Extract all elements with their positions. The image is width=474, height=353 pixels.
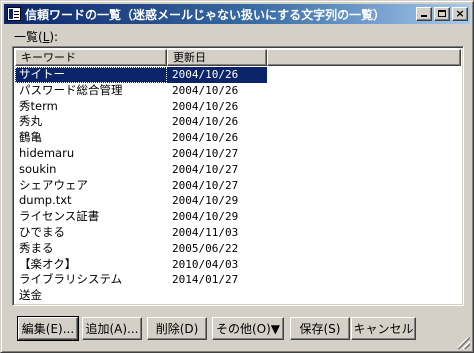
list-item[interactable]: ライブラリシステム 2014/01/27: [15, 272, 463, 288]
list-item[interactable]: 秀まる 2005/06/22: [15, 241, 463, 257]
maximize-icon: [438, 10, 446, 17]
list-item[interactable]: 鶴亀 2004/10/26: [15, 130, 463, 146]
updated-date-cell: 2004/10/27: [172, 146, 239, 160]
column-header-updated[interactable]: 更新日: [167, 49, 267, 66]
list-item[interactable]: パスワード総合管理 2004/10/26: [15, 83, 463, 99]
list-item[interactable]: 秀term 2004/10/26: [15, 99, 463, 115]
list-item[interactable]: 【楽オク】 2010/04/03: [15, 257, 463, 273]
keyword-cell: パスワード総合管理: [19, 82, 123, 97]
save-button[interactable]: 保存(S): [290, 317, 350, 340]
updated-date-cell: 2004/10/27: [172, 178, 239, 192]
title-bar[interactable]: 信頼ワードの一覧（迷惑メールじゃない扱いにする文字列の一覧） ×: [4, 4, 470, 24]
updated-date-cell: 2014/01/27: [172, 273, 239, 287]
updated-date-cell: 2004/11/03: [172, 225, 239, 239]
keyword-cell: dump.txt: [19, 193, 72, 208]
list-item[interactable]: ひでまる 2004/11/03: [15, 225, 463, 241]
minimize-icon: [421, 15, 427, 17]
list-caption: 一覧(L):: [14, 28, 58, 45]
keyword-cell: ライセンス証書: [19, 209, 100, 224]
list-item[interactable]: hidemaru 2004/10/27: [15, 146, 463, 162]
keyword-cell: 秀term: [19, 98, 58, 113]
column-header-keyword[interactable]: キーワード: [15, 49, 167, 66]
app-icon: [7, 7, 21, 21]
other-menu-button[interactable]: その他(O)▼: [212, 317, 284, 340]
updated-date-cell: 2004/10/26: [172, 83, 239, 97]
updated-date-cell: [167, 288, 267, 304]
column-header-filler: [267, 49, 461, 66]
edit-button[interactable]: 編集(E)...: [17, 316, 79, 341]
updated-date-cell: 2004/10/26: [172, 131, 239, 145]
updated-date-cell: 2004/10/26: [172, 99, 239, 113]
list-item[interactable]: シェアウェア 2004/10/27: [15, 178, 463, 194]
list-item[interactable]: 送金: [15, 288, 463, 304]
maximize-button[interactable]: [434, 7, 450, 21]
updated-date-cell: 2005/06/22: [172, 241, 239, 255]
keyword-cell: soukin: [19, 161, 57, 176]
keyword-cell: サイトー: [15, 67, 167, 83]
list-item[interactable]: ライセンス証書 2004/10/29: [15, 209, 463, 225]
list-rows: サイトー 2004/10/26 パスワード総合管理 2004/10/26 秀term 20…: [15, 67, 463, 304]
keyword-cell: 送金: [19, 288, 42, 303]
keyword-cell: 鶴亀: [19, 130, 42, 145]
delete-button[interactable]: 削除(D): [147, 317, 207, 340]
minimize-button[interactable]: [416, 7, 432, 21]
list-item[interactable]: dump.txt 2004/10/29: [15, 193, 463, 209]
keyword-cell: ライブラリシステム: [19, 272, 123, 287]
list-caption-end: ):: [49, 30, 59, 44]
list-header: キーワード 更新日: [15, 49, 461, 66]
keyword-cell: hidemaru: [19, 145, 75, 160]
updated-date-cell: 2004/10/26: [172, 115, 239, 129]
list-caption-text: 一覧(: [14, 30, 43, 44]
resize-grip-icon[interactable]: [458, 337, 470, 349]
list-item[interactable]: 秀丸 2004/10/26: [15, 114, 463, 130]
dialog-window: 信頼ワードの一覧（迷惑メールじゃない扱いにする文字列の一覧） × 一覧(L): …: [0, 0, 474, 353]
updated-date-cell: 2004/10/29: [172, 194, 239, 208]
updated-date-cell: 2004/10/27: [172, 162, 239, 176]
keyword-cell: ひでまる: [19, 224, 65, 239]
list-item[interactable]: soukin 2004/10/27: [15, 162, 463, 178]
add-button[interactable]: 追加(A)...: [82, 317, 142, 340]
keyword-cell: シェアウェア: [19, 177, 88, 192]
updated-date-cell: 2004/10/29: [172, 210, 239, 224]
window-title: 信頼ワードの一覧（迷惑メールじゃない扱いにする文字列の一覧）: [25, 7, 386, 22]
updated-date-cell: 2004/10/26: [167, 67, 267, 83]
updated-date-cell: 2010/04/03: [172, 257, 239, 271]
cancel-button[interactable]: キャンセル: [351, 317, 416, 340]
list-item[interactable]: サイトー 2004/10/26: [15, 67, 267, 83]
keyword-list[interactable]: キーワード 更新日 サイトー 2004/10/26 パスワード総合管理 2004/10…: [12, 46, 464, 306]
keyword-cell: 秀まる: [19, 240, 54, 255]
close-button[interactable]: ×: [452, 7, 468, 21]
close-icon: ×: [455, 7, 465, 20]
keyword-cell: 秀丸: [19, 114, 42, 129]
keyword-cell: 【楽オク】: [19, 256, 77, 271]
